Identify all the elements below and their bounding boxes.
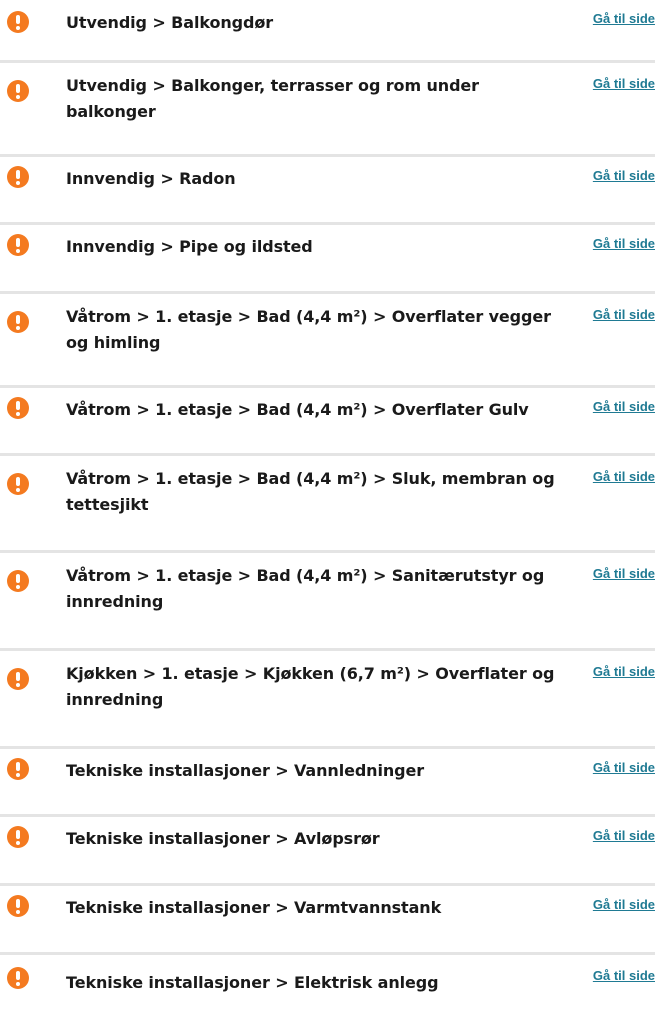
list-item: Tekniske installasjoner > Varmtvannstank… (0, 886, 655, 955)
exclamation-icon (7, 967, 29, 989)
go-to-page-link[interactable]: Gå til side (593, 828, 655, 844)
list-item: Utvendig > Balkonger, terrasser og rom u… (0, 63, 655, 157)
list-item: Våtrom > 1. etasje > Bad (4,4 m²) > Sani… (0, 553, 655, 651)
exclamation-icon (7, 80, 29, 102)
list-item: Tekniske installasjoner > Avløpsrør Gå t… (0, 817, 655, 886)
item-title: Utvendig > Balkongdør (66, 13, 274, 32)
exclamation-icon (7, 473, 29, 495)
list-item: Våtrom > 1. etasje > Bad (4,4 m²) > Sluk… (0, 456, 655, 553)
item-title: Våtrom > 1. etasje > Bad (4,4 m²) > Sluk… (66, 469, 555, 514)
exclamation-icon (7, 11, 29, 33)
exclamation-icon (7, 234, 29, 256)
item-title: Innvendig > Radon (66, 169, 236, 188)
list-item: Tekniske installasjoner > Vannledninger … (0, 749, 655, 817)
list-item: Innvendig > Pipe og ildsted Gå til side (0, 225, 655, 294)
list-item: Våtrom > 1. etasje > Bad (4,4 m²) > Over… (0, 294, 655, 388)
item-title: Kjøkken > 1. etasje > Kjøkken (6,7 m²) >… (66, 664, 555, 709)
list-item: Innvendig > Radon Gå til side (0, 157, 655, 225)
list-item: Tekniske installasjoner > Elektrisk anle… (0, 955, 655, 995)
go-to-page-link[interactable]: Gå til side (593, 307, 655, 323)
go-to-page-link[interactable]: Gå til side (593, 76, 655, 92)
item-title: Våtrom > 1. etasje > Bad (4,4 m²) > Over… (66, 307, 551, 352)
item-title: Utvendig > Balkonger, terrasser og rom u… (66, 76, 479, 121)
go-to-page-link[interactable]: Gå til side (593, 399, 655, 415)
exclamation-icon (7, 570, 29, 592)
exclamation-icon (7, 397, 29, 419)
go-to-page-link[interactable]: Gå til side (593, 897, 655, 913)
exclamation-icon (7, 895, 29, 917)
exclamation-icon (7, 668, 29, 690)
list-item: Kjøkken > 1. etasje > Kjøkken (6,7 m²) >… (0, 651, 655, 749)
item-title: Tekniske installasjoner > Vannledninger (66, 761, 425, 780)
findings-list: Utvendig > Balkongdør Gå til side Utvend… (0, 0, 655, 995)
exclamation-icon (7, 311, 29, 333)
exclamation-icon (7, 758, 29, 780)
item-title: Tekniske installasjoner > Elektrisk anle… (66, 973, 439, 992)
go-to-page-link[interactable]: Gå til side (593, 968, 655, 984)
list-item: Våtrom > 1. etasje > Bad (4,4 m²) > Over… (0, 388, 655, 456)
item-title: Våtrom > 1. etasje > Bad (4,4 m²) > Over… (66, 400, 529, 419)
go-to-page-link[interactable]: Gå til side (593, 566, 655, 582)
go-to-page-link[interactable]: Gå til side (593, 469, 655, 485)
exclamation-icon (7, 166, 29, 188)
item-title: Tekniske installasjoner > Varmtvannstank (66, 898, 442, 917)
item-title: Våtrom > 1. etasje > Bad (4,4 m²) > Sani… (66, 566, 545, 611)
go-to-page-link[interactable]: Gå til side (593, 168, 655, 184)
go-to-page-link[interactable]: Gå til side (593, 236, 655, 252)
go-to-page-link[interactable]: Gå til side (593, 664, 655, 680)
exclamation-icon (7, 826, 29, 848)
list-item: Utvendig > Balkongdør Gå til side (0, 0, 655, 63)
go-to-page-link[interactable]: Gå til side (593, 760, 655, 776)
item-title: Innvendig > Pipe og ildsted (66, 237, 313, 256)
item-title: Tekniske installasjoner > Avløpsrør (66, 829, 380, 848)
go-to-page-link[interactable]: Gå til side (593, 11, 655, 27)
